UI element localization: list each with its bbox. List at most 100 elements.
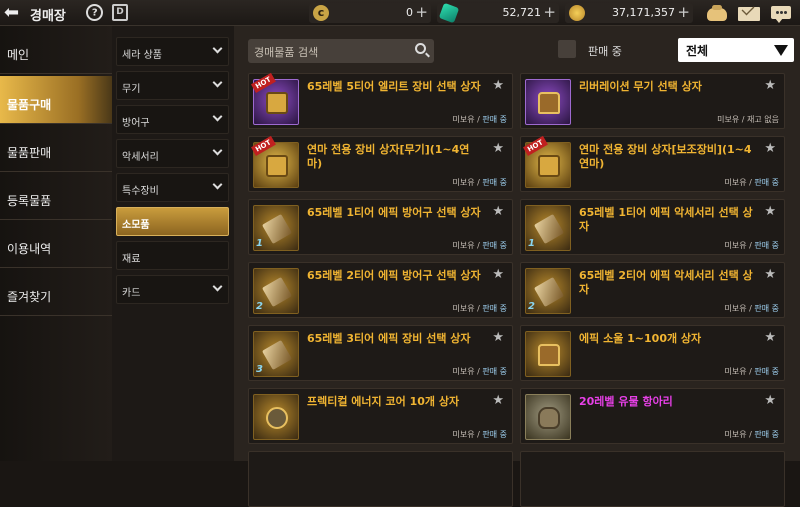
nav-registered[interactable]: 등록물품 bbox=[0, 172, 112, 220]
item-name: 65레벨 5티어 엘리트 장비 선택 상자 bbox=[307, 80, 481, 93]
category-sera-goods[interactable]: 세라 상품 bbox=[116, 37, 229, 66]
item-card[interactable]: 3 65레벨 3티어 에픽 장비 선택 상자 ★ 미보유 / 판매 중 bbox=[248, 325, 513, 381]
item-name: 65레벨 2티어 에픽 방어구 선택 상자 bbox=[307, 269, 481, 282]
chat-icon[interactable] bbox=[769, 3, 793, 23]
item-status: 미보유 / 판매 중 bbox=[452, 241, 507, 250]
gold-coin-icon bbox=[569, 5, 585, 21]
chest-icon bbox=[538, 92, 560, 114]
item-name: 20레벨 유물 항아리 bbox=[579, 395, 673, 408]
star-icon[interactable]: ★ bbox=[764, 204, 776, 219]
energy-core-icon bbox=[266, 407, 288, 429]
add-gem-button[interactable]: + bbox=[543, 3, 556, 21]
page-title: 경매장 bbox=[30, 9, 66, 24]
tier-badge: 1 bbox=[528, 238, 535, 249]
item-thumbnail: 1 bbox=[525, 205, 571, 251]
item-name: 프렉티컬 에너지 코어 10개 상자 bbox=[307, 395, 460, 408]
item-card[interactable]: HOT 연마 전용 장비 상자[보조장비](1~4연마) ★ 미보유 / 판매 … bbox=[520, 136, 785, 192]
item-card[interactable]: 프렉티컬 에너지 코어 10개 상자 ★ 미보유 / 판매 중 bbox=[248, 388, 513, 444]
filter-dropdown[interactable]: 전체 bbox=[678, 38, 794, 62]
currency-c-coin: c 0 + bbox=[309, 3, 431, 23]
hot-badge: HOT bbox=[523, 136, 548, 156]
d-button-icon[interactable]: D bbox=[112, 4, 128, 21]
nav-buy[interactable]: 물품구매 bbox=[0, 76, 112, 124]
chevron-down-icon bbox=[212, 145, 223, 156]
star-icon[interactable]: ★ bbox=[492, 78, 504, 93]
back-arrow-icon[interactable]: ⬅ bbox=[4, 3, 26, 23]
item-status: 미보유 / 판매 중 bbox=[452, 178, 507, 187]
category-weapon[interactable]: 무기 bbox=[116, 71, 229, 100]
main-nav: 메인 물품구매 물품판매 등록물품 이용내역 즐겨찾기 bbox=[0, 26, 112, 461]
add-gold-button[interactable]: + bbox=[677, 3, 690, 21]
item-status: 미보유 / 판매 중 bbox=[452, 430, 507, 439]
star-icon[interactable]: ★ bbox=[764, 141, 776, 156]
star-icon[interactable]: ★ bbox=[764, 330, 776, 345]
item-card[interactable] bbox=[248, 451, 513, 507]
hot-badge: HOT bbox=[251, 73, 276, 93]
currency-gem-value: 52,721 bbox=[502, 6, 542, 19]
item-card[interactable]: 2 65레벨 2티어 에픽 악세서리 선택 상자 ★ 미보유 / 판매 중 bbox=[520, 262, 785, 318]
item-status: 미보유 / 판매 중 bbox=[724, 304, 779, 313]
category-materials[interactable]: 재료 bbox=[116, 241, 229, 270]
nav-main[interactable]: 메인 bbox=[0, 26, 112, 74]
currency-gold-value: 37,171,357 bbox=[612, 6, 675, 19]
mail-icon[interactable] bbox=[737, 2, 761, 23]
item-card[interactable]: 1 65레벨 1티어 에픽 방어구 선택 상자 ★ 미보유 / 판매 중 bbox=[248, 199, 513, 255]
search-input[interactable]: 경매물품 검색 bbox=[248, 39, 434, 63]
star-icon[interactable]: ★ bbox=[492, 267, 504, 282]
item-thumbnail bbox=[525, 79, 571, 125]
star-icon[interactable]: ★ bbox=[764, 267, 776, 282]
on-sale-checkbox[interactable] bbox=[558, 40, 576, 58]
top-bar: ⬅ 경매장 ? D c 0 + 52,721 + 37,171,357 + bbox=[0, 0, 800, 26]
tier-badge: 2 bbox=[528, 301, 535, 312]
item-card[interactable]: HOT 연마 전용 장비 상자[무기](1~4연마) ★ 미보유 / 판매 중 bbox=[248, 136, 513, 192]
star-icon[interactable]: ★ bbox=[492, 141, 504, 156]
currency-gem: 52,721 + bbox=[437, 2, 559, 24]
star-icon[interactable]: ★ bbox=[492, 393, 504, 408]
item-thumbnail: 1 bbox=[253, 205, 299, 251]
category-consumables[interactable]: 소모품 bbox=[116, 207, 229, 236]
item-thumbnail: 3 bbox=[253, 331, 299, 377]
item-status: 미보유 / 판매 중 bbox=[724, 367, 779, 376]
chevron-down-icon bbox=[212, 77, 223, 88]
nav-favorites[interactable]: 즐겨찾기 bbox=[0, 268, 112, 316]
item-name: 에픽 소울 1~100개 상자 bbox=[579, 332, 702, 345]
item-thumbnail: 2 bbox=[525, 268, 571, 314]
category-special-equipment[interactable]: 특수장비 bbox=[116, 173, 229, 202]
item-status: 미보유 / 재고 없음 bbox=[717, 115, 779, 124]
add-c-coin-button[interactable]: + bbox=[415, 3, 428, 21]
scroll-icon bbox=[261, 276, 293, 308]
item-card[interactable]: 에픽 소울 1~100개 상자 ★ 미보유 / 판매 중 bbox=[520, 325, 785, 381]
item-card[interactable]: 1 65레벨 1티어 에픽 악세서리 선택 상자 ★ 미보유 / 판매 중 bbox=[520, 199, 785, 255]
pouch-icon[interactable] bbox=[705, 3, 729, 23]
chevron-down-icon bbox=[212, 111, 223, 122]
star-icon[interactable]: ★ bbox=[764, 393, 776, 408]
item-name: 65레벨 2티어 에픽 악세서리 선택 상자 bbox=[579, 269, 753, 296]
item-card[interactable]: 리버레이션 무기 선택 상자 ★ 미보유 / 재고 없음 bbox=[520, 73, 785, 129]
item-card[interactable]: HOT 65레벨 5티어 엘리트 장비 선택 상자 ★ 미보유 / 판매 중 bbox=[248, 73, 513, 129]
star-icon[interactable]: ★ bbox=[492, 204, 504, 219]
item-card[interactable] bbox=[520, 451, 785, 507]
category-cards[interactable]: 카드 bbox=[116, 275, 229, 304]
item-thumbnail: 2 bbox=[253, 268, 299, 314]
search-icon[interactable] bbox=[415, 43, 426, 54]
item-card[interactable]: 20레벨 유물 항아리 ★ 미보유 / 판매 중 bbox=[520, 388, 785, 444]
star-icon[interactable]: ★ bbox=[492, 330, 504, 345]
category-accessory[interactable]: 악세서리 bbox=[116, 139, 229, 168]
item-name: 연마 전용 장비 상자[무기](1~4연마) bbox=[307, 143, 470, 170]
item-status: 미보유 / 판매 중 bbox=[452, 115, 507, 124]
chevron-down-icon bbox=[212, 179, 223, 190]
category-armor[interactable]: 방어구 bbox=[116, 105, 229, 134]
search-placeholder: 경매물품 검색 bbox=[254, 46, 319, 59]
tier-badge: 2 bbox=[256, 301, 263, 312]
hot-badge: HOT bbox=[251, 136, 276, 156]
box-icon bbox=[266, 155, 288, 177]
help-icon[interactable]: ? bbox=[82, 0, 107, 25]
item-card[interactable]: 2 65레벨 2티어 에픽 방어구 선택 상자 ★ 미보유 / 판매 중 bbox=[248, 262, 513, 318]
item-name: 연마 전용 장비 상자[보조장비](1~4연마) bbox=[579, 143, 752, 170]
item-thumbnail bbox=[525, 394, 571, 440]
star-icon[interactable]: ★ bbox=[764, 78, 776, 93]
nav-history[interactable]: 이용내역 bbox=[0, 220, 112, 268]
nav-sell[interactable]: 물품판매 bbox=[0, 124, 112, 172]
chevron-down-icon bbox=[212, 281, 223, 292]
item-thumbnail bbox=[525, 331, 571, 377]
